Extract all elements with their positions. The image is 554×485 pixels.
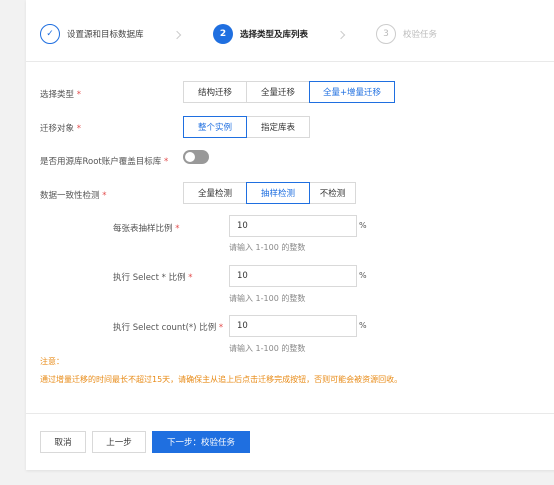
object-label: 迁移对象 * [40,124,81,134]
next-button[interactable]: 下一步：校验任务 [152,431,250,453]
sample-ratio-hint: 请输入 1-100 的整数 [229,243,306,252]
root-override-toggle[interactable] [183,150,209,164]
option-full-incremental-migration[interactable]: 全量+增量迁移 [309,81,395,103]
step-3-label: 校验任务 [403,30,438,40]
chevron-right-icon [172,30,182,40]
option-full-migration[interactable]: 全量迁移 [246,81,310,103]
option-no-check[interactable]: 不检测 [309,182,356,204]
note-title: 注意： [40,357,64,366]
cancel-button[interactable]: 取消 [40,431,86,453]
object-selector: 整个实例 指定库表 [183,116,310,138]
step-2[interactable]: 2 选择类型及库列表 [213,24,308,44]
step-3-number: 3 [376,24,396,44]
option-specific-tables[interactable]: 指定库表 [246,116,310,138]
step-2-label: 选择类型及库列表 [240,30,309,40]
divider [26,61,554,62]
count-ratio-hint: 请输入 1-100 的整数 [229,344,306,353]
select-ratio-hint: 请输入 1-100 的整数 [229,294,306,303]
step-1-label: 设置源和目标数据库 [67,30,144,40]
option-schema-migration[interactable]: 结构迁移 [183,81,247,103]
percent-unit: % [359,221,367,230]
migration-wizard-card: ✓ 设置源和目标数据库 2 选择类型及库列表 3 校验任务 选择类型 * 结构迁… [26,0,554,470]
option-sample-check[interactable]: 抽样检测 [246,182,310,204]
option-whole-instance[interactable]: 整个实例 [183,116,247,138]
type-selector: 结构迁移 全量迁移 全量+增量迁移 [183,81,395,103]
step-2-number: 2 [213,24,233,44]
chevron-right-icon [336,30,346,40]
type-label: 选择类型 * [40,90,81,100]
count-ratio-input[interactable]: 10 [229,315,357,337]
percent-unit: % [359,321,367,330]
sample-ratio-input[interactable]: 10 [229,215,357,237]
count-ratio-label: 执行 Select count(*) 比例 * [113,323,224,333]
previous-button[interactable]: 上一步 [92,431,146,453]
note-text: 通过增量迁移的时间最长不超过15天，请确保主从追上后点击迁移完成按钮，否则可能会… [40,375,403,384]
select-ratio-input[interactable]: 10 [229,265,357,287]
step-1[interactable]: ✓ 设置源和目标数据库 [40,24,144,44]
option-full-check[interactable]: 全量检测 [183,182,247,204]
sample-ratio-label: 每张表抽样比例 * [113,224,180,234]
check-icon: ✓ [40,24,60,44]
step-3[interactable]: 3 校验任务 [376,24,437,44]
root-override-label: 是否用源库Root账户覆盖目标库 * [40,157,169,167]
toggle-knob [185,152,195,162]
select-ratio-label: 执行 Select * 比例 * [113,273,193,283]
divider [26,413,554,414]
percent-unit: % [359,271,367,280]
consistency-selector: 全量检测 抽样检测 不检测 [183,182,356,204]
consistency-label: 数据一致性检测 * [40,191,107,201]
